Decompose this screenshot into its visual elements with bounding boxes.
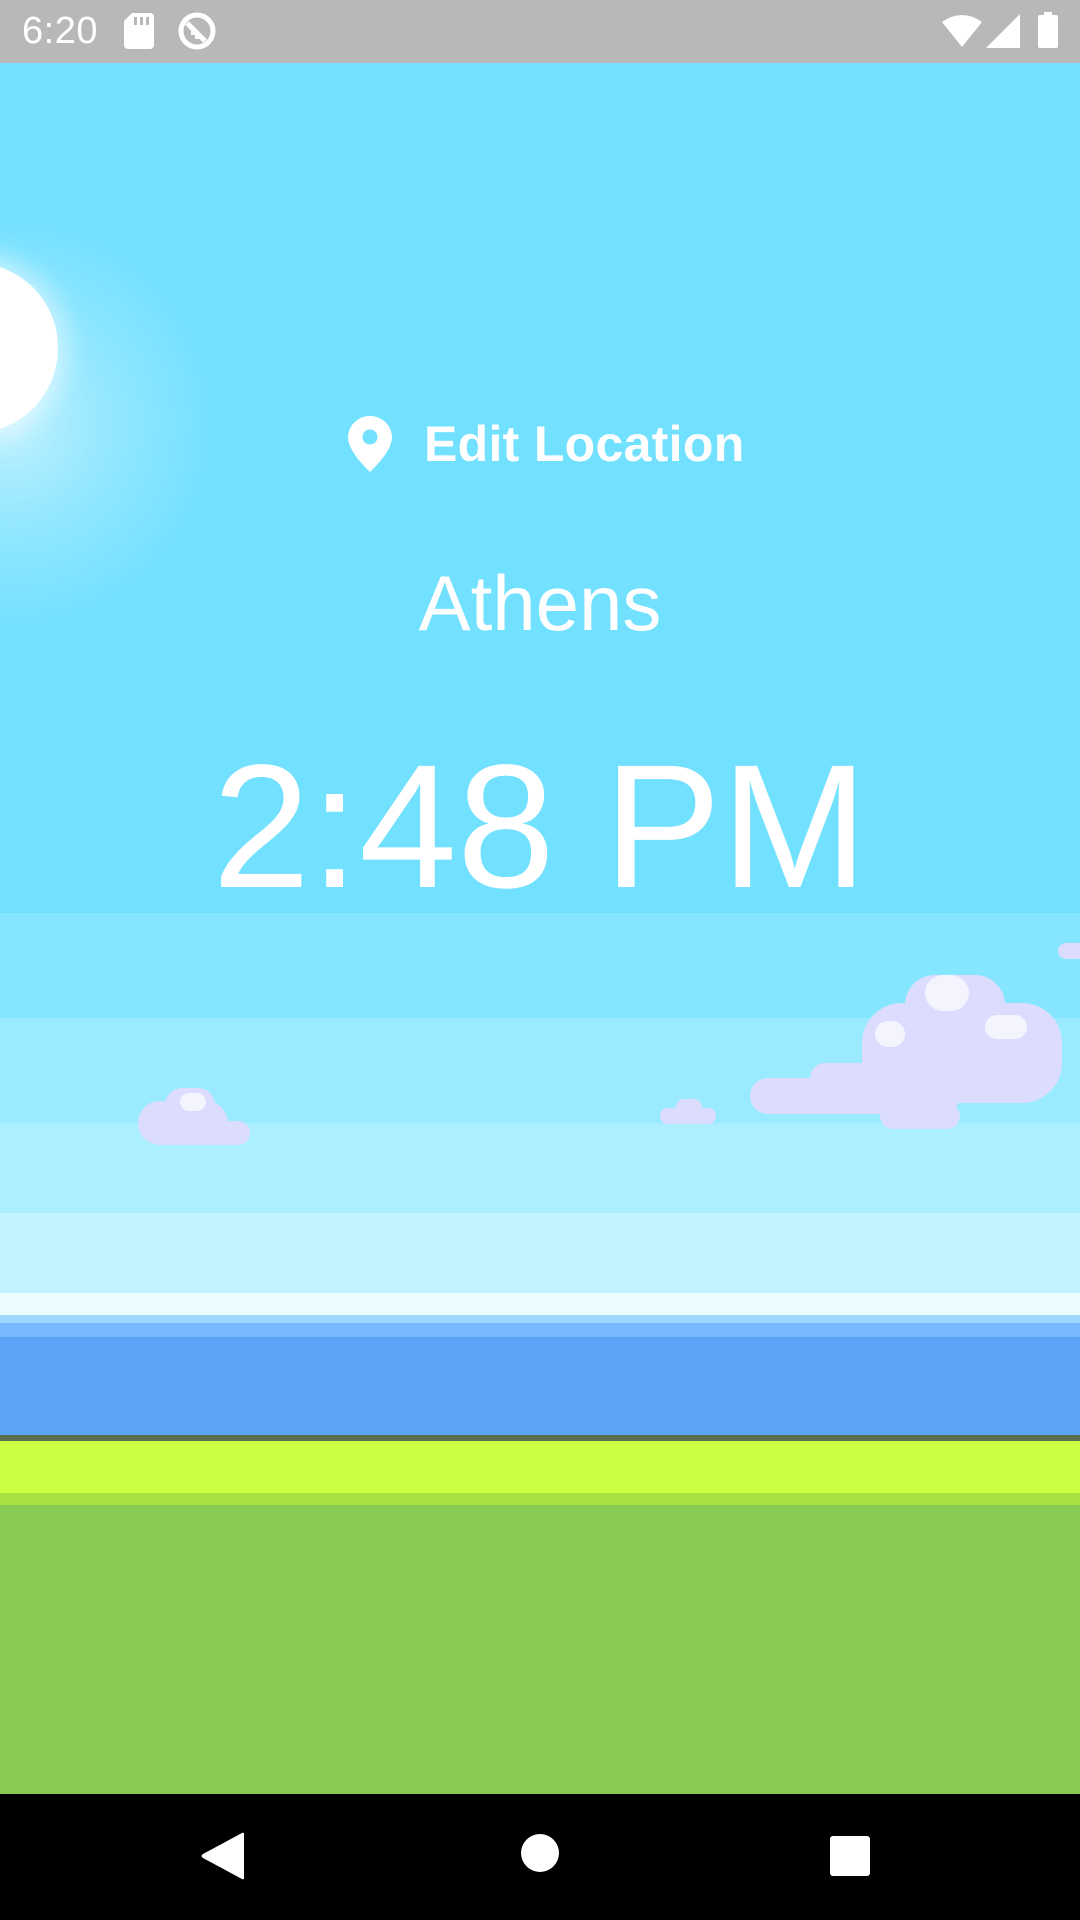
sync-icon: [178, 12, 216, 50]
back-icon[interactable]: [200, 1832, 244, 1880]
status-time: 6:20: [22, 10, 98, 52]
edit-location-button[interactable]: Edit Location: [348, 408, 745, 480]
cell-signal-icon: [986, 14, 1020, 48]
recents-icon[interactable]: [830, 1836, 870, 1876]
wifi-icon: [942, 15, 982, 47]
location-pin-icon: [348, 416, 392, 472]
battery-icon: [1038, 12, 1058, 48]
current-time: 2:48 PM: [212, 729, 868, 925]
edit-location-label: Edit Location: [424, 416, 745, 472]
city-name: Athens: [418, 559, 662, 647]
pixel-landscape-scene: [0, 63, 1080, 1794]
sd-card-icon: [124, 13, 154, 49]
app-screen: 6:20 Edit Location Athens 2:48 PM: [0, 0, 1080, 1920]
home-icon[interactable]: [520, 1833, 560, 1873]
status-bar: 6:20: [0, 0, 1080, 63]
navigation-bar: [0, 1794, 1080, 1920]
